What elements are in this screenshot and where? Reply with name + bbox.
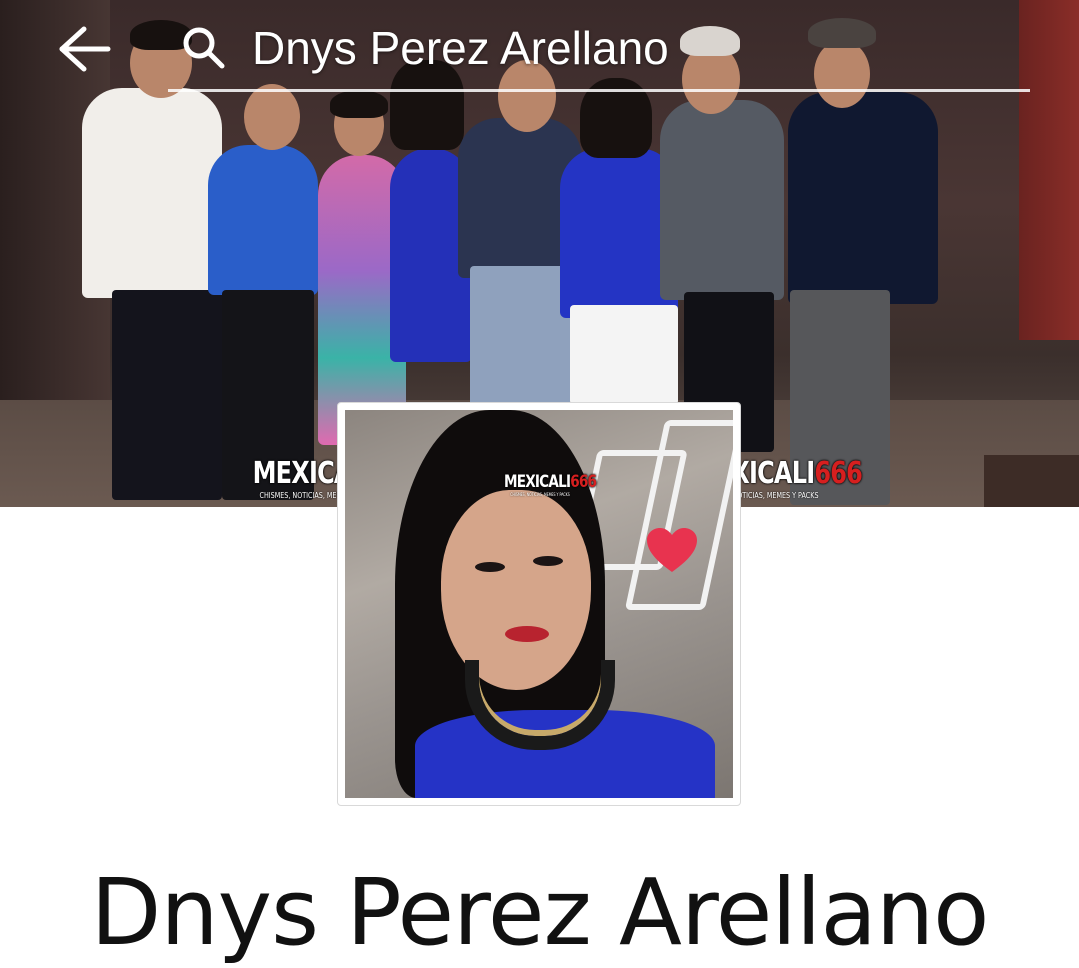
watermark-logo: MEXICALI666 CHISMES, NOTICIAS, MEMES Y P… <box>495 472 597 497</box>
profile-name: Dnys Perez Arellano <box>90 859 990 966</box>
watermark-number: 666 <box>814 456 863 491</box>
watermark-number: 666 <box>570 472 597 492</box>
profile-photo: MEXICALI666 CHISMES, NOTICIAS, MEMES Y P… <box>345 410 733 798</box>
portrait-lips <box>505 626 549 642</box>
heart-icon <box>647 528 697 572</box>
search-input[interactable]: Dnys Perez Arellano <box>252 18 669 78</box>
back-button[interactable] <box>56 24 112 74</box>
search-underline <box>168 89 1030 92</box>
watermark-tagline: CHISMES, NOTICIAS, MEMES Y PACKS <box>510 492 570 497</box>
arrow-left-icon <box>59 26 111 72</box>
search-icon <box>182 26 226 70</box>
watermark-brand: MEXICALI <box>504 472 571 492</box>
portrait-eye <box>533 556 563 566</box>
profile-picture[interactable]: MEXICALI666 CHISMES, NOTICIAS, MEMES Y P… <box>337 402 741 806</box>
search-bar[interactable]: Dnys Perez Arellano <box>0 0 1079 100</box>
portrait-eye <box>475 562 505 572</box>
cover-background-mat <box>984 455 1079 507</box>
